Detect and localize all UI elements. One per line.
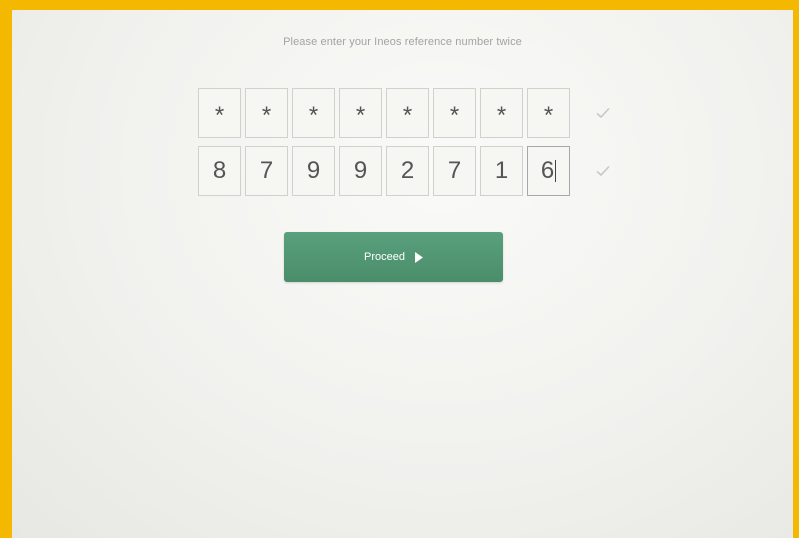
- digit-value: *: [214, 102, 225, 129]
- digit-cell[interactable]: *: [245, 88, 288, 138]
- digit-cell[interactable]: 7: [433, 146, 476, 196]
- digit-value: *: [449, 102, 460, 129]
- digit-cell[interactable]: *: [433, 88, 476, 138]
- digit-value: 9: [353, 157, 368, 184]
- checkmark-icon: [592, 88, 614, 138]
- digit-value: *: [402, 102, 413, 129]
- digit-value: 2: [400, 157, 415, 184]
- digit-value: *: [543, 102, 554, 129]
- digit-cell[interactable]: *: [198, 88, 241, 138]
- digit-value: 8: [212, 157, 227, 184]
- digit-value: *: [355, 102, 366, 129]
- proceed-label: Proceed: [364, 251, 405, 263]
- reference-confirm-row: 8 7 9 9 2 7 1 6: [198, 146, 614, 196]
- digit-cell[interactable]: *: [339, 88, 382, 138]
- digit-cell[interactable]: 7: [245, 146, 288, 196]
- text-caret: [555, 160, 557, 182]
- digit-cell[interactable]: *: [480, 88, 523, 138]
- digit-cell[interactable]: 9: [339, 146, 382, 196]
- digit-value: 9: [306, 157, 321, 184]
- kiosk-screen: Please enter your Ineos reference number…: [12, 10, 793, 538]
- digit-value: *: [308, 102, 319, 129]
- instruction-text: Please enter your Ineos reference number…: [283, 36, 522, 48]
- digit-value: 1: [494, 157, 509, 184]
- reference-entry-row: * * * * * * * *: [198, 88, 614, 138]
- digit-cell[interactable]: *: [292, 88, 335, 138]
- digit-cell[interactable]: 8: [198, 146, 241, 196]
- digit-cell[interactable]: *: [386, 88, 429, 138]
- digit-value: *: [261, 102, 272, 129]
- digit-cell[interactable]: 9: [292, 146, 335, 196]
- play-arrow-icon: [414, 251, 423, 263]
- proceed-button[interactable]: Proceed: [284, 232, 503, 282]
- digit-value: 7: [447, 157, 462, 184]
- digit-value: 6: [540, 157, 555, 184]
- digit-value: *: [496, 102, 507, 129]
- device-frame: Please enter your Ineos reference number…: [0, 0, 799, 538]
- digit-cell-active[interactable]: 6: [527, 146, 570, 196]
- digit-value: 7: [259, 157, 274, 184]
- digit-cell[interactable]: *: [527, 88, 570, 138]
- checkmark-icon: [592, 146, 614, 196]
- digit-cell[interactable]: 1: [480, 146, 523, 196]
- digit-cell[interactable]: 2: [386, 146, 429, 196]
